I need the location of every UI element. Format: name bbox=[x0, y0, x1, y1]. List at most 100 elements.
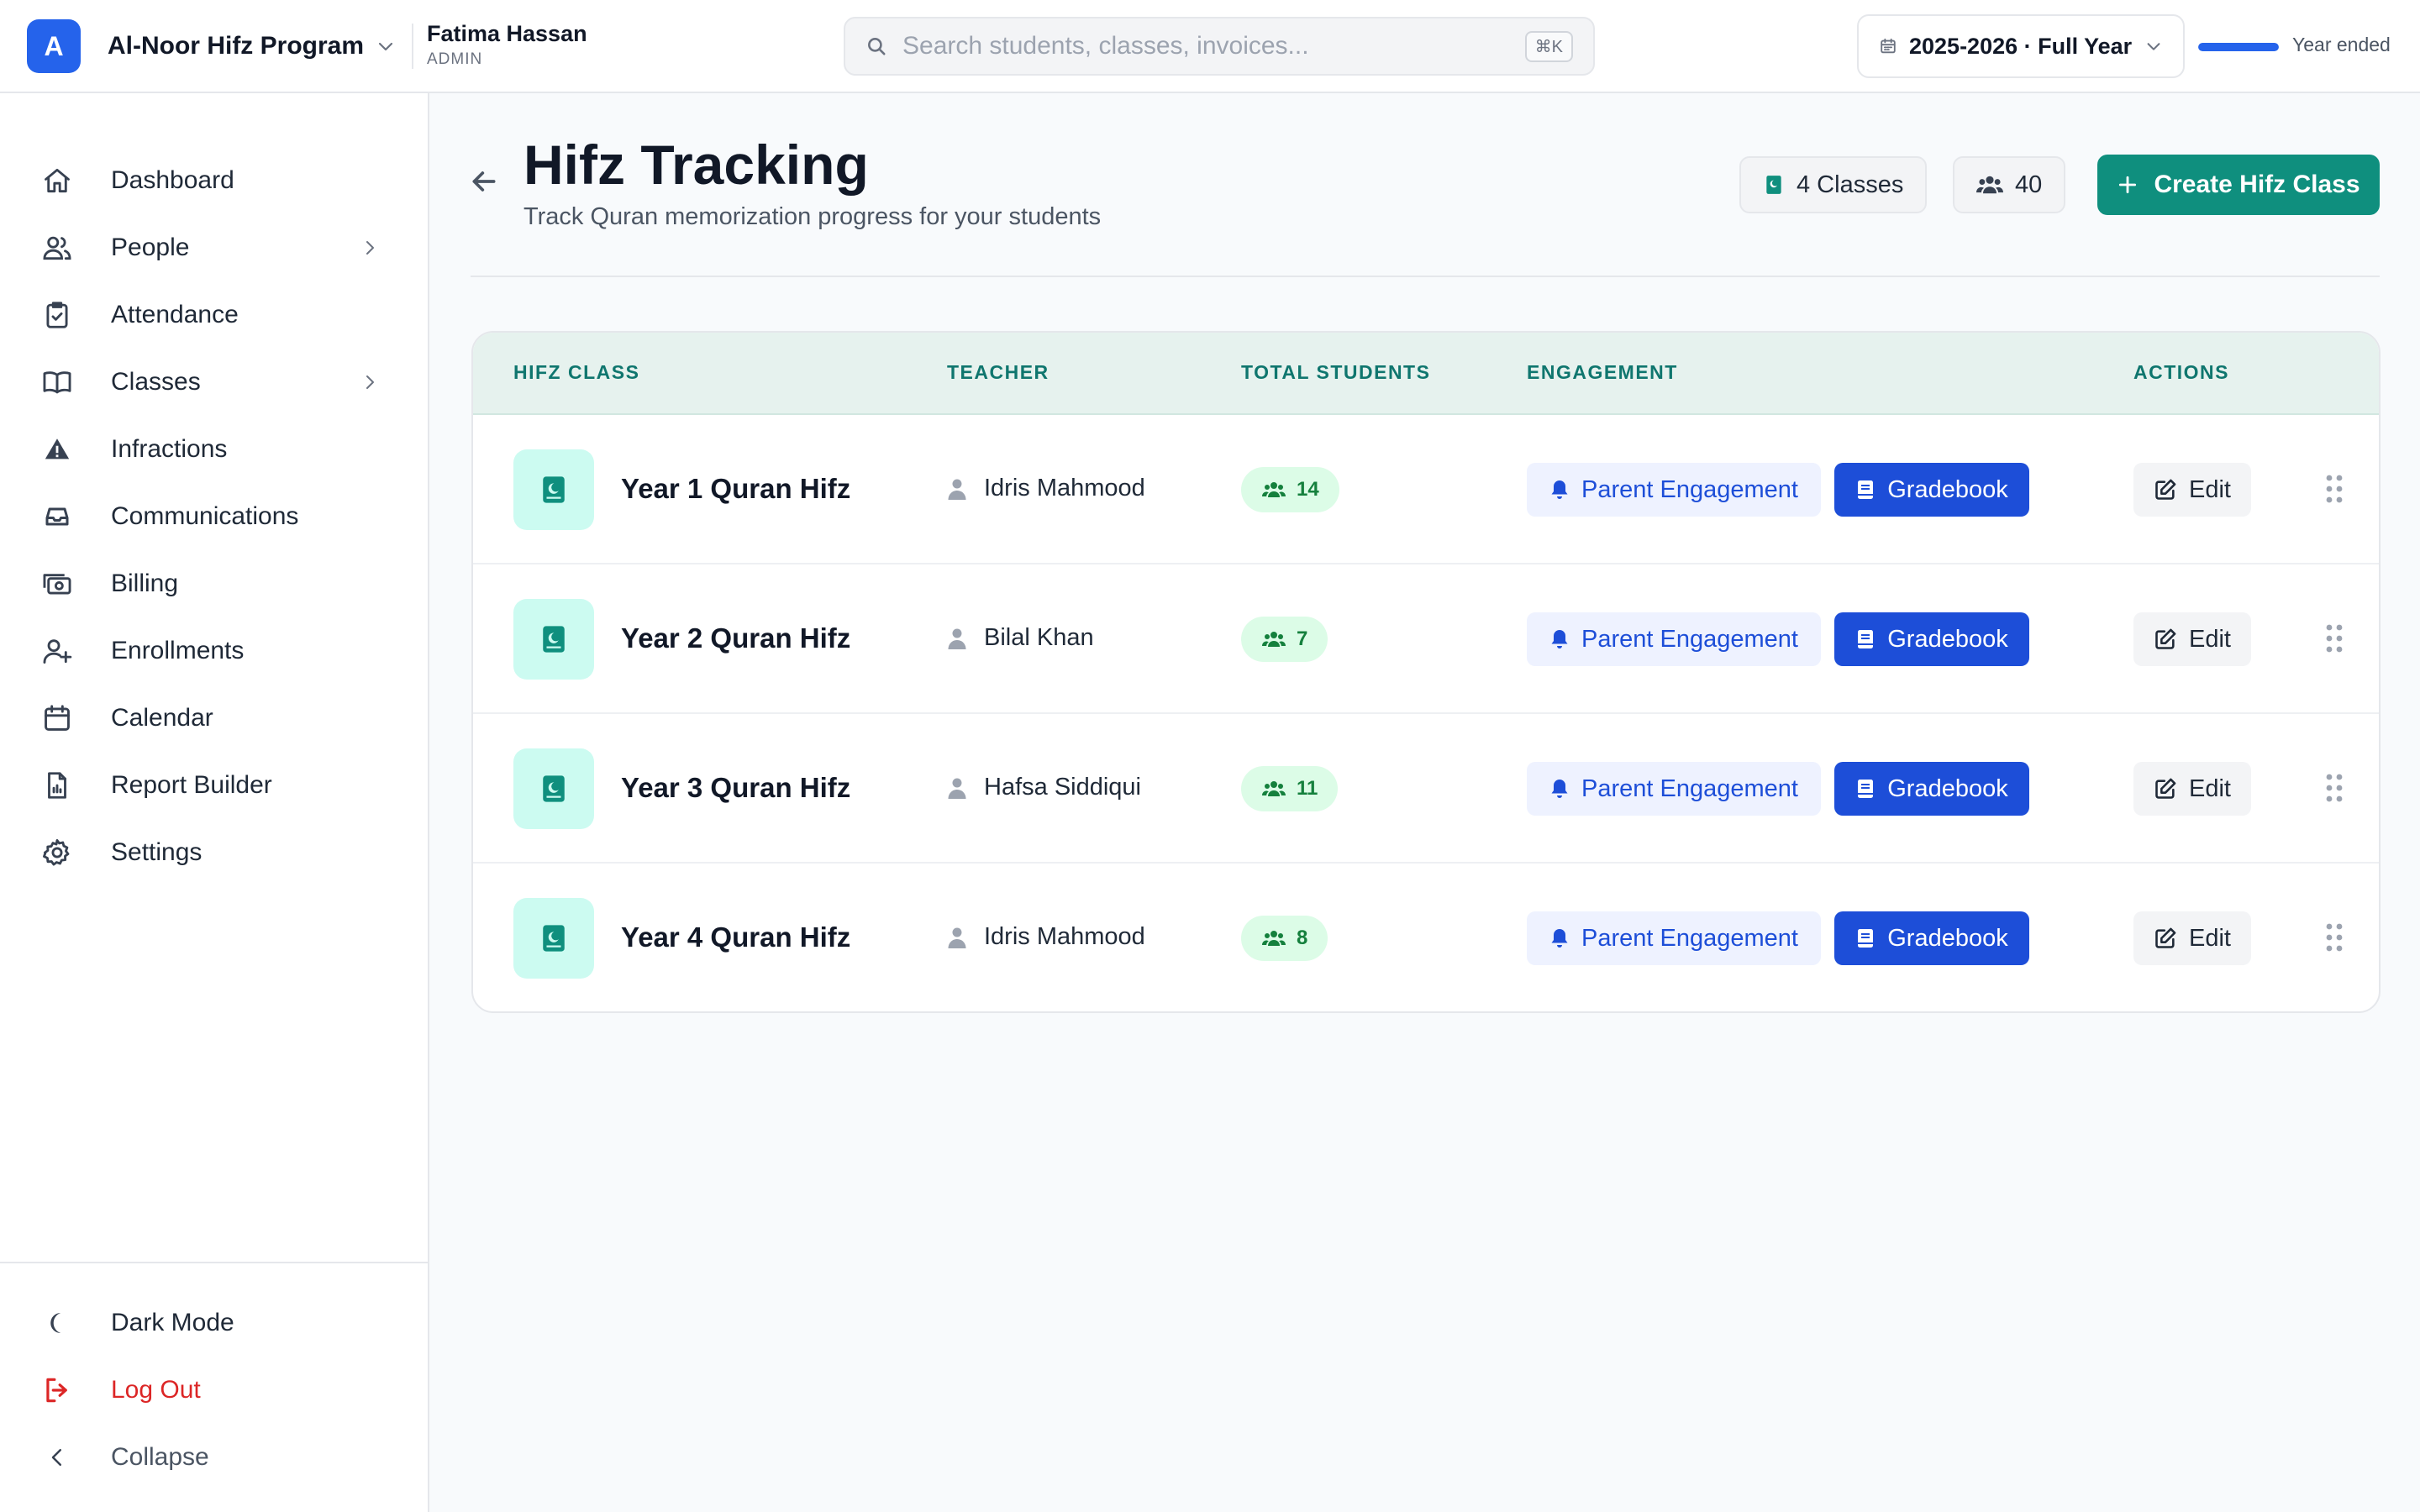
plus-icon bbox=[2117, 174, 2139, 196]
sidebar-item-label: Classes bbox=[111, 368, 201, 396]
column-header-engagement: ENGAGEMENT bbox=[1527, 361, 1678, 383]
school-year-select[interactable]: 2025-2026 · Full Year bbox=[1857, 14, 2185, 78]
report-icon bbox=[40, 769, 74, 802]
sidebar-item-label: Attendance bbox=[111, 301, 239, 328]
moon-icon bbox=[40, 1306, 74, 1340]
student-count-badge: 11 bbox=[1241, 766, 1339, 811]
sidebar-item-label: People bbox=[111, 234, 190, 261]
table-row: Year 3 Quran Hifz Hafsa Siddiqui 11 Pare… bbox=[473, 714, 2379, 864]
parent-engagement-button[interactable]: Parent Engagement bbox=[1527, 463, 1821, 517]
gradebook-button[interactable]: Gradebook bbox=[1834, 612, 2029, 666]
parent-engagement-button[interactable]: Parent Engagement bbox=[1527, 911, 1821, 965]
edit-button[interactable]: Edit bbox=[2133, 762, 2251, 816]
teacher-name: Idris Mahmood bbox=[984, 923, 1145, 950]
column-header-hifz-class: HIFZ CLASS bbox=[513, 361, 640, 383]
sidebar-item-classes[interactable]: Classes bbox=[17, 353, 395, 412]
sidebar-item-calendar[interactable]: Calendar bbox=[17, 689, 395, 748]
student-count: 7 bbox=[1297, 627, 1308, 650]
drag-handle-icon[interactable] bbox=[2323, 622, 2345, 654]
global-search[interactable]: ⌘K bbox=[844, 17, 1595, 76]
class-name[interactable]: Year 3 Quran Hifz bbox=[621, 772, 850, 804]
users-icon bbox=[1261, 929, 1286, 948]
create-hifz-class-button[interactable]: Create Hifz Class bbox=[2097, 155, 2380, 215]
users-icon bbox=[40, 231, 74, 265]
page-subtitle: Track Quran memorization progress for yo… bbox=[523, 203, 1102, 230]
year-progress-fill bbox=[2198, 43, 2279, 51]
students-count-chip: 40 bbox=[1953, 156, 2066, 213]
teacher-cell: Idris Mahmood bbox=[947, 475, 1145, 502]
parent-engagement-label: Parent Engagement bbox=[1581, 774, 1798, 802]
table-row: Year 1 Quran Hifz Idris Mahmood 14 Paren… bbox=[473, 415, 2379, 564]
column-header-total-students: TOTAL STUDENTS bbox=[1241, 361, 1431, 383]
parent-engagement-button[interactable]: Parent Engagement bbox=[1527, 612, 1821, 666]
org-avatar[interactable]: A bbox=[27, 19, 81, 73]
sidebar-item-label: Calendar bbox=[111, 704, 213, 732]
quran-book-icon bbox=[513, 599, 594, 680]
sidebar-item-communications[interactable]: Communications bbox=[17, 487, 395, 546]
collapse-sidebar-button[interactable]: Collapse bbox=[17, 1428, 395, 1487]
drag-handle-icon[interactable] bbox=[2323, 772, 2345, 804]
user-icon bbox=[947, 777, 967, 799]
student-count: 8 bbox=[1297, 927, 1308, 949]
gradebook-button[interactable]: Gradebook bbox=[1834, 762, 2029, 816]
chevron-down-icon bbox=[2144, 37, 2163, 55]
bell-icon bbox=[1549, 778, 1570, 800]
sidebar-item-label: Infractions bbox=[111, 435, 228, 463]
quran-book-icon bbox=[1763, 174, 1785, 196]
drag-handle-icon[interactable] bbox=[2323, 473, 2345, 505]
sidebar-item-billing[interactable]: Billing bbox=[17, 554, 395, 613]
edit-button[interactable]: Edit bbox=[2133, 463, 2251, 517]
sidebar-item-settings[interactable]: Settings bbox=[17, 823, 395, 882]
search-input[interactable] bbox=[901, 31, 1525, 61]
school-year-label: 2025-2026 · Full Year bbox=[1909, 33, 2133, 59]
student-count: 14 bbox=[1297, 478, 1319, 501]
gradebook-label: Gradebook bbox=[1887, 475, 2008, 503]
teacher-cell: Bilal Khan bbox=[947, 624, 1094, 652]
edit-label: Edit bbox=[2189, 625, 2231, 653]
create-hifz-class-label: Create Hifz Class bbox=[2154, 171, 2360, 198]
header-divider bbox=[412, 24, 413, 69]
table-row: Year 2 Quran Hifz Bilal Khan 7 Parent En… bbox=[473, 564, 2379, 714]
calendar-icon bbox=[1879, 37, 1897, 55]
top-bar: A Al-Noor Hifz Program Fatima Hassan ADM… bbox=[0, 0, 2420, 93]
org-switcher[interactable]: Al-Noor Hifz Program bbox=[108, 25, 396, 67]
user-role: ADMIN bbox=[427, 50, 483, 68]
column-header-actions: ACTIONS bbox=[2133, 361, 2229, 383]
back-arrow-icon[interactable] bbox=[467, 165, 501, 198]
classes-count-chip: 4 Classes bbox=[1739, 156, 1928, 213]
users-icon bbox=[1261, 630, 1286, 648]
sidebar-item-people[interactable]: People bbox=[17, 218, 395, 277]
sidebar-item-label: Billing bbox=[111, 570, 179, 597]
logout-button[interactable]: Log Out bbox=[17, 1361, 395, 1420]
sidebar-item-label: Log Out bbox=[111, 1376, 201, 1404]
gradebook-button[interactable]: Gradebook bbox=[1834, 911, 2029, 965]
edit-button[interactable]: Edit bbox=[2133, 612, 2251, 666]
teacher-name: Bilal Khan bbox=[984, 624, 1094, 651]
parent-engagement-button[interactable]: Parent Engagement bbox=[1527, 762, 1821, 816]
student-count-badge: 8 bbox=[1241, 916, 1328, 961]
teacher-cell: Hafsa Siddiqui bbox=[947, 774, 1141, 801]
sidebar-item-report-builder[interactable]: Report Builder bbox=[17, 756, 395, 815]
sidebar-footer: Dark Mode Log Out Collapse bbox=[0, 1262, 428, 1471]
user-icon bbox=[947, 478, 967, 500]
edit-label: Edit bbox=[2189, 774, 2231, 802]
dark-mode-toggle[interactable]: Dark Mode bbox=[17, 1294, 395, 1352]
class-name[interactable]: Year 4 Quran Hifz bbox=[621, 921, 850, 953]
sidebar-item-enrollments[interactable]: Enrollments bbox=[17, 622, 395, 680]
search-icon bbox=[865, 35, 887, 57]
user-icon bbox=[947, 627, 967, 649]
sidebar-item-infractions[interactable]: Infractions bbox=[17, 420, 395, 479]
drag-handle-icon[interactable] bbox=[2323, 921, 2345, 953]
calendar-icon bbox=[40, 701, 74, 735]
edit-button[interactable]: Edit bbox=[2133, 911, 2251, 965]
sidebar-item-attendance[interactable]: Attendance bbox=[17, 286, 395, 344]
gradebook-button[interactable]: Gradebook bbox=[1834, 463, 2029, 517]
book-open-icon bbox=[40, 365, 74, 399]
student-count-badge: 7 bbox=[1241, 617, 1328, 662]
sidebar: Dashboard People Attendance Classes Infr… bbox=[0, 93, 429, 1512]
class-name[interactable]: Year 1 Quran Hifz bbox=[621, 473, 850, 505]
sidebar-item-dashboard[interactable]: Dashboard bbox=[17, 151, 395, 210]
users-icon bbox=[1976, 173, 2003, 197]
year-progress-bar bbox=[2198, 43, 2279, 51]
class-name[interactable]: Year 2 Quran Hifz bbox=[621, 622, 850, 654]
